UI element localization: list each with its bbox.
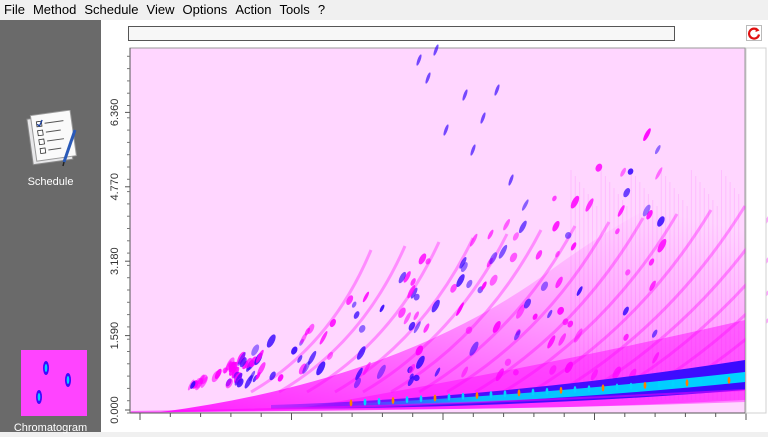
menu-help[interactable]: ? bbox=[314, 0, 329, 20]
y-tick-label: 3.180 bbox=[109, 247, 121, 275]
band-peak bbox=[489, 391, 493, 399]
band-peak bbox=[587, 385, 591, 393]
band-peak bbox=[433, 394, 437, 402]
band-peak bbox=[447, 393, 451, 401]
checklist-clipboard-icon bbox=[25, 109, 77, 167]
menu-file[interactable]: File bbox=[0, 0, 29, 20]
band-peak bbox=[671, 380, 675, 388]
band-peak bbox=[419, 395, 423, 403]
refresh-button[interactable] bbox=[746, 25, 762, 41]
band-peak bbox=[657, 381, 661, 389]
band-peak bbox=[601, 384, 605, 392]
band-peak bbox=[573, 386, 577, 394]
band-peak bbox=[713, 377, 717, 385]
chromatogram-plot-area[interactable]: 0.000 1.590 3.180 4.770 6.360 bbox=[101, 20, 768, 432]
band-peak bbox=[699, 378, 703, 386]
chromatogram-thumbnail-icon bbox=[20, 350, 87, 416]
band-peak bbox=[475, 391, 479, 399]
band-peak bbox=[517, 389, 521, 397]
band-peak bbox=[643, 381, 647, 389]
band-peak bbox=[559, 386, 563, 394]
schedule-label: Schedule bbox=[27, 176, 74, 188]
band-peak bbox=[405, 396, 409, 404]
menu-action[interactable]: Action bbox=[231, 0, 275, 20]
band-peak bbox=[377, 397, 381, 405]
menu-schedule[interactable]: Schedule bbox=[80, 0, 142, 20]
band-peak bbox=[503, 390, 507, 398]
main-panel: 0.000 1.590 3.180 4.770 6.360 bbox=[101, 20, 768, 432]
y-tick-label: 0.000 bbox=[109, 396, 121, 424]
sidebar: Schedule Chromatogram bbox=[0, 20, 101, 434]
band-peak bbox=[349, 399, 353, 407]
band-peak bbox=[545, 387, 549, 395]
chromatogram-button[interactable]: Chromatogram bbox=[0, 350, 101, 434]
band-peak bbox=[727, 376, 731, 384]
band-peak bbox=[391, 396, 395, 404]
schedule-button[interactable]: Schedule bbox=[0, 109, 101, 188]
y-tick-label: 4.770 bbox=[109, 173, 121, 201]
band-peak bbox=[615, 383, 619, 391]
menu-tools[interactable]: Tools bbox=[275, 0, 313, 20]
band-peak bbox=[685, 379, 689, 387]
menu-bar: File Method Schedule View Options Action Tools… bbox=[0, 0, 768, 20]
refresh-icon bbox=[747, 27, 761, 40]
menu-view[interactable]: View bbox=[143, 0, 179, 20]
chromatogram-label: Chromatogram bbox=[13, 422, 88, 434]
band-peak bbox=[629, 382, 633, 390]
band-peak bbox=[461, 392, 465, 400]
menu-options[interactable]: Options bbox=[179, 0, 232, 20]
right-strip bbox=[745, 47, 767, 414]
band-peak bbox=[531, 388, 535, 396]
menu-method[interactable]: Method bbox=[29, 0, 80, 20]
y-tick-label: 6.360 bbox=[109, 99, 121, 127]
progress-bar bbox=[128, 26, 675, 41]
y-tick-label: 1.590 bbox=[109, 322, 121, 350]
band-peak bbox=[363, 398, 367, 406]
